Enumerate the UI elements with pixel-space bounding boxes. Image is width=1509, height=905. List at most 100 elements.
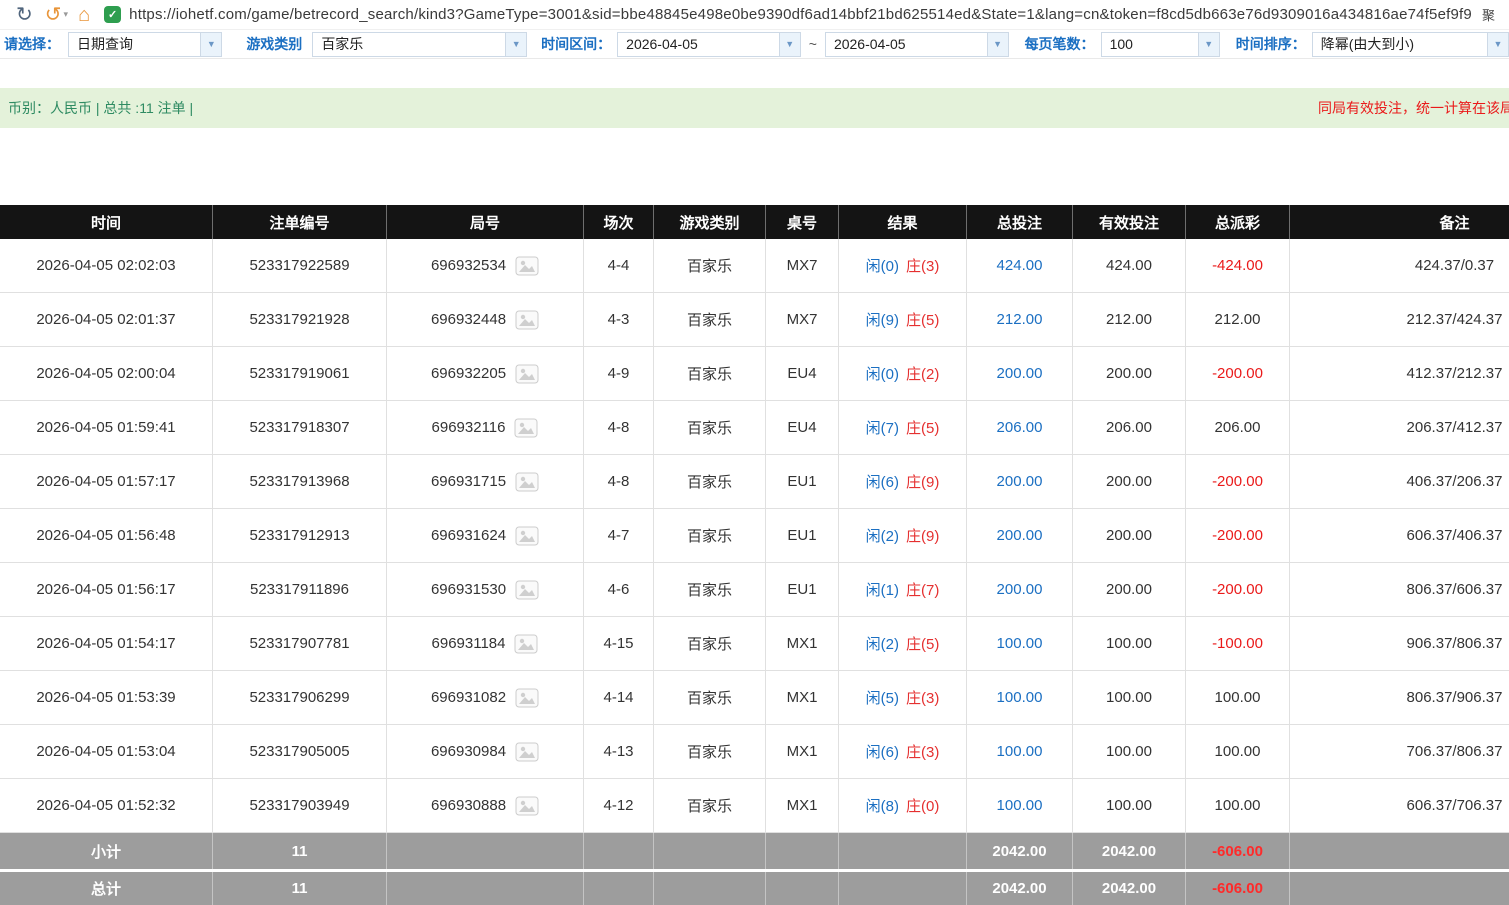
replay-video-icon[interactable]	[515, 526, 539, 546]
player-result: 闲(2)	[866, 525, 899, 546]
total-bet-link[interactable]: 100.00	[997, 743, 1043, 760]
cell-desk: MX1	[766, 725, 839, 778]
sort-select[interactable]: 降幂(由大到小) ▼	[1312, 32, 1509, 57]
refresh-icon[interactable]: ↻	[10, 1, 39, 29]
table-header-row: 时间 注单编号 局号 场次 游戏类别 桌号 结果 总投注 有效投注 总派彩 备注	[0, 205, 1509, 239]
player-result: 闲(8)	[866, 795, 899, 816]
header-game-type: 游戏类别	[654, 205, 766, 239]
table-row: 2026-04-05 02:00:04 523317919061 6969322…	[0, 347, 1509, 401]
tilde-separator: ~	[809, 36, 817, 52]
chevron-down-icon[interactable]: ▼	[1487, 33, 1508, 56]
header-session: 场次	[584, 205, 654, 239]
game-type-label: 游戏类别	[246, 34, 302, 54]
banker-result: 庄(9)	[906, 525, 939, 546]
cell-game-type: 百家乐	[654, 293, 766, 346]
cell-total-bet: 212.00	[967, 293, 1073, 346]
date-from-select[interactable]: 2026-04-05 ▼	[617, 32, 801, 57]
banker-result: 庄(0)	[906, 795, 939, 816]
cell-desk: EU1	[766, 455, 839, 508]
cell-bet-id: 523317922589	[213, 239, 387, 292]
cell-time: 2026-04-05 02:02:03	[0, 239, 213, 292]
currency-summary-text: 币别：人民币 | 总共 :11 注单 |	[0, 98, 193, 118]
total-bet-link[interactable]: 200.00	[997, 527, 1043, 544]
cell-desk: EU4	[766, 401, 839, 454]
cell-time: 2026-04-05 02:00:04	[0, 347, 213, 400]
cell-time: 2026-04-05 01:52:32	[0, 779, 213, 832]
player-result: 闲(7)	[866, 417, 899, 438]
cell-valid-bet: 200.00	[1073, 509, 1186, 562]
replay-video-icon[interactable]	[515, 688, 539, 708]
total-bet-link[interactable]: 100.00	[997, 689, 1043, 706]
cell-session: 4-7	[584, 509, 654, 562]
cell-session: 4-6	[584, 563, 654, 616]
banker-result: 庄(5)	[906, 633, 939, 654]
extension-badge[interactable]: 聚	[1482, 5, 1495, 24]
replay-video-icon[interactable]	[514, 634, 538, 654]
cell-round: 696931624	[387, 509, 584, 562]
cell-bet-id: 523317905005	[213, 725, 387, 778]
total-bet-link[interactable]: 424.00	[997, 257, 1043, 274]
cell-time: 2026-04-05 01:53:39	[0, 671, 213, 724]
cell-remark: 206.37/412.37	[1290, 401, 1509, 454]
cell-game-type: 百家乐	[654, 455, 766, 508]
cell-valid-bet: 100.00	[1073, 617, 1186, 670]
cell-payout: 212.00	[1186, 293, 1290, 346]
cell-desk: MX1	[766, 779, 839, 832]
total-bet-link[interactable]: 212.00	[997, 311, 1043, 328]
cell-remark: 806.37/906.37	[1290, 671, 1509, 724]
total-bet-link[interactable]: 100.00	[997, 635, 1043, 652]
table-row: 2026-04-05 02:02:03 523317922589 6969325…	[0, 239, 1509, 293]
cell-total-bet: 200.00	[967, 347, 1073, 400]
total-bet-link[interactable]: 206.00	[997, 419, 1043, 436]
cell-round: 696930984	[387, 725, 584, 778]
total-bet-link[interactable]: 200.00	[997, 473, 1043, 490]
replay-video-icon[interactable]	[514, 418, 538, 438]
cell-session: 4-8	[584, 455, 654, 508]
per-page-select[interactable]: 100 ▼	[1101, 32, 1220, 57]
query-type-select[interactable]: 日期查询 ▼	[68, 32, 222, 57]
chevron-down-icon[interactable]: ▼	[987, 33, 1008, 56]
chevron-down-icon[interactable]: ▼	[1198, 33, 1219, 56]
cell-time: 2026-04-05 01:56:17	[0, 563, 213, 616]
url-bar[interactable]: ✓ https://iohetf.com/game/betrecord_sear…	[96, 1, 1509, 29]
replay-video-icon[interactable]	[515, 742, 539, 762]
home-icon[interactable]: ⌂	[72, 1, 96, 29]
table-row: 2026-04-05 01:59:41 523317918307 6969321…	[0, 401, 1509, 455]
chevron-down-icon[interactable]: ▼	[505, 33, 526, 56]
game-type-select[interactable]: 百家乐 ▼	[312, 32, 527, 57]
browser-toolbar: ↻ ↺ ▾ ⌂ ✓ https://iohetf.com/game/betrec…	[0, 0, 1509, 30]
cell-result: 闲(2) 庄(9)	[839, 509, 967, 562]
cell-bet-id: 523317918307	[213, 401, 387, 454]
chevron-down-icon[interactable]: ▼	[779, 33, 800, 56]
total-bet-link[interactable]: 200.00	[997, 581, 1043, 598]
undo-caret-icon[interactable]: ▾	[64, 9, 69, 20]
date-to-select[interactable]: 2026-04-05 ▼	[825, 32, 1009, 57]
select-label: 请选择：	[4, 34, 60, 54]
cell-total-bet: 100.00	[967, 725, 1073, 778]
replay-video-icon[interactable]	[515, 256, 539, 276]
cell-total-bet: 100.00	[967, 671, 1073, 724]
cell-result: 闲(1) 庄(7)	[839, 563, 967, 616]
replay-video-icon[interactable]	[515, 310, 539, 330]
replay-video-icon[interactable]	[515, 580, 539, 600]
total-bet-link[interactable]: 100.00	[997, 797, 1043, 814]
replay-video-icon[interactable]	[515, 472, 539, 492]
cell-session: 4-9	[584, 347, 654, 400]
chevron-down-icon[interactable]: ▼	[200, 33, 221, 56]
subtotal-total-bet: 2042.00	[967, 833, 1073, 869]
total-count: 11	[213, 872, 387, 905]
total-bet-link[interactable]: 200.00	[997, 365, 1043, 382]
url-text[interactable]: https://iohetf.com/game/betrecord_search…	[129, 6, 1476, 23]
cell-payout: 206.00	[1186, 401, 1290, 454]
player-result: 闲(5)	[866, 687, 899, 708]
cell-round: 696931082	[387, 671, 584, 724]
cell-total-bet: 100.00	[967, 779, 1073, 832]
cell-desk: EU1	[766, 563, 839, 616]
cell-payout: -200.00	[1186, 347, 1290, 400]
player-result: 闲(6)	[866, 741, 899, 762]
cell-result: 闲(2) 庄(5)	[839, 617, 967, 670]
replay-video-icon[interactable]	[515, 364, 539, 384]
bet-record-table: 时间 注单编号 局号 场次 游戏类别 桌号 结果 总投注 有效投注 总派彩 备注…	[0, 205, 1509, 905]
cell-bet-id: 523317906299	[213, 671, 387, 724]
replay-video-icon[interactable]	[515, 796, 539, 816]
